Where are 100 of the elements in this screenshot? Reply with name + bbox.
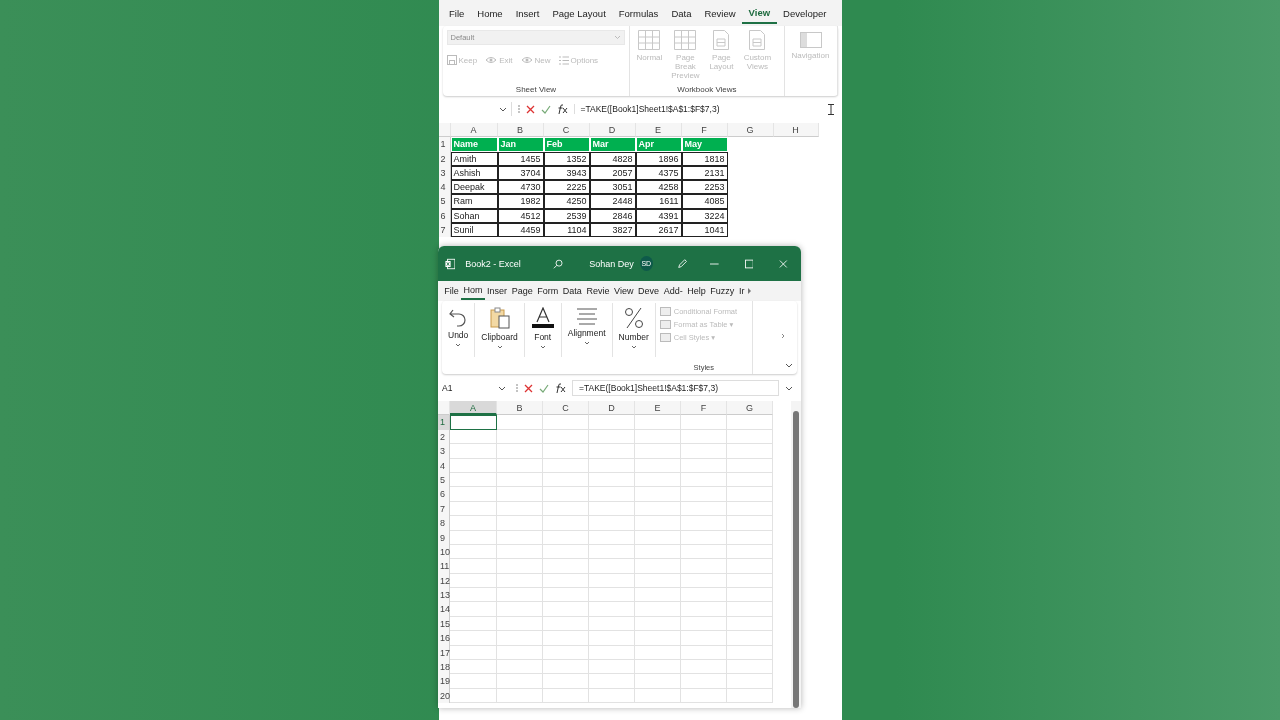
grid-cell[interactable] [497, 616, 543, 632]
grid-cell[interactable] [497, 501, 543, 517]
grid-cell[interactable] [497, 688, 543, 704]
ribbon-tab[interactable]: Add- [661, 283, 685, 299]
grid-cell[interactable] [681, 674, 727, 689]
grid-cell[interactable] [589, 487, 635, 502]
grid-cell[interactable] [727, 501, 773, 517]
grid-cell[interactable] [635, 429, 681, 445]
grid-cell[interactable] [681, 458, 727, 473]
row-header[interactable]: 4 [438, 180, 451, 195]
grid-cell[interactable] [727, 429, 773, 445]
grid-cell[interactable] [543, 588, 589, 603]
grid-cell[interactable] [727, 544, 773, 560]
grid-cell[interactable] [635, 444, 681, 459]
column-header[interactable]: E [635, 401, 681, 416]
grid-cell[interactable] [635, 516, 681, 531]
grid-cell[interactable] [589, 501, 635, 517]
ribbon-tab[interactable]: Insert [509, 3, 546, 23]
grid-cell[interactable] [450, 674, 497, 689]
grid-cell[interactable] [635, 458, 681, 473]
column-header[interactable]: A [450, 123, 498, 138]
ribbon-tab[interactable]: Fuzzy [708, 283, 737, 299]
grid-cell[interactable] [543, 429, 589, 445]
grid-cell[interactable] [589, 472, 635, 488]
grid-cell[interactable] [450, 472, 497, 488]
grid-cell[interactable] [497, 530, 543, 545]
grid-cell[interactable] [727, 602, 773, 617]
grid-cell[interactable] [589, 415, 635, 430]
ribbon-group-button[interactable]: Alignment [561, 303, 613, 357]
grid-cell[interactable] [589, 602, 635, 617]
grid-cell[interactable] [681, 631, 727, 646]
grid-cell[interactable] [727, 616, 773, 632]
expand-icon[interactable] [785, 385, 793, 391]
grid-cell[interactable] [635, 588, 681, 603]
grid-cell[interactable] [543, 660, 589, 675]
grid-cell[interactable] [727, 444, 773, 459]
row-header[interactable]: 3 [438, 444, 450, 459]
grid-cell[interactable] [727, 516, 773, 531]
grid-cell[interactable] [681, 415, 727, 430]
ribbon-tab[interactable]: Data [560, 283, 585, 299]
grid-cell[interactable] [635, 530, 681, 545]
grid-cell[interactable] [727, 660, 773, 675]
grid-cell[interactable] [543, 530, 589, 545]
grid-cell[interactable] [727, 645, 773, 661]
row-header[interactable]: 1 [438, 137, 451, 152]
grid-cell[interactable] [635, 573, 681, 589]
column-header[interactable]: D [589, 123, 636, 138]
grid-cell[interactable] [727, 487, 773, 502]
grid-cell[interactable] [497, 631, 543, 646]
column-header[interactable]: G [727, 401, 773, 416]
close-icon[interactable] [779, 258, 788, 269]
grid-cell[interactable] [543, 544, 589, 560]
grid-cell[interactable] [497, 415, 543, 430]
grid-cell[interactable] [543, 674, 589, 689]
check-icon[interactable] [539, 383, 549, 393]
ribbon-group-button[interactable]: Font [524, 303, 562, 357]
grid-cell[interactable] [543, 472, 589, 488]
grid-cell[interactable] [497, 588, 543, 603]
grid-cell[interactable] [727, 688, 773, 704]
grid-cell[interactable] [727, 415, 773, 430]
grid-cell[interactable] [681, 573, 727, 589]
grid-cell[interactable] [450, 645, 497, 661]
ribbon-tab[interactable]: Formulas [612, 3, 665, 23]
ribbon-tab[interactable]: File [442, 283, 462, 299]
vertical-scrollbar[interactable] [791, 401, 801, 708]
grid-cell[interactable] [681, 472, 727, 488]
grid-cell[interactable] [589, 688, 635, 704]
grid-cell[interactable] [497, 516, 543, 531]
grid-cell[interactable] [543, 516, 589, 531]
grid-cell[interactable] [497, 544, 543, 560]
grid-cell[interactable] [450, 501, 497, 517]
grid-cell[interactable] [543, 688, 589, 704]
row-header[interactable]: 7 [438, 223, 451, 238]
grid-cell[interactable] [681, 544, 727, 560]
ribbon-tab[interactable]: Revie [584, 283, 612, 299]
function-icon[interactable] [555, 383, 566, 393]
grid-cell[interactable] [635, 472, 681, 488]
ribbon-tab[interactable]: Developer [776, 3, 833, 23]
grid-cell[interactable] [450, 688, 497, 704]
column-header[interactable]: B [497, 123, 544, 138]
ribbon-tab[interactable]: Page [509, 283, 535, 299]
grid-cell[interactable] [450, 660, 497, 675]
grid-cell[interactable] [589, 573, 635, 589]
grid-cell[interactable] [543, 645, 589, 661]
column-header[interactable]: D [589, 401, 635, 416]
ribbon-tab[interactable]: View [611, 283, 636, 299]
grid-cell[interactable] [727, 530, 773, 545]
row-header[interactable]: 8 [438, 516, 450, 531]
chevron-right-icon[interactable] [781, 333, 785, 339]
chevron-down-icon[interactable] [785, 363, 793, 368]
grid-cell[interactable] [497, 674, 543, 689]
grid-cell[interactable] [450, 429, 497, 445]
column-header[interactable]: E [635, 123, 682, 138]
grid-cell[interactable] [635, 559, 681, 574]
grid-cell[interactable] [450, 631, 497, 646]
grid-cell[interactable] [681, 559, 727, 574]
ribbon-tab[interactable]: Help [684, 283, 709, 299]
grid-cell[interactable] [681, 602, 727, 617]
column-header[interactable]: C [543, 123, 590, 138]
ribbon-group-button[interactable]: Undo [442, 303, 476, 357]
